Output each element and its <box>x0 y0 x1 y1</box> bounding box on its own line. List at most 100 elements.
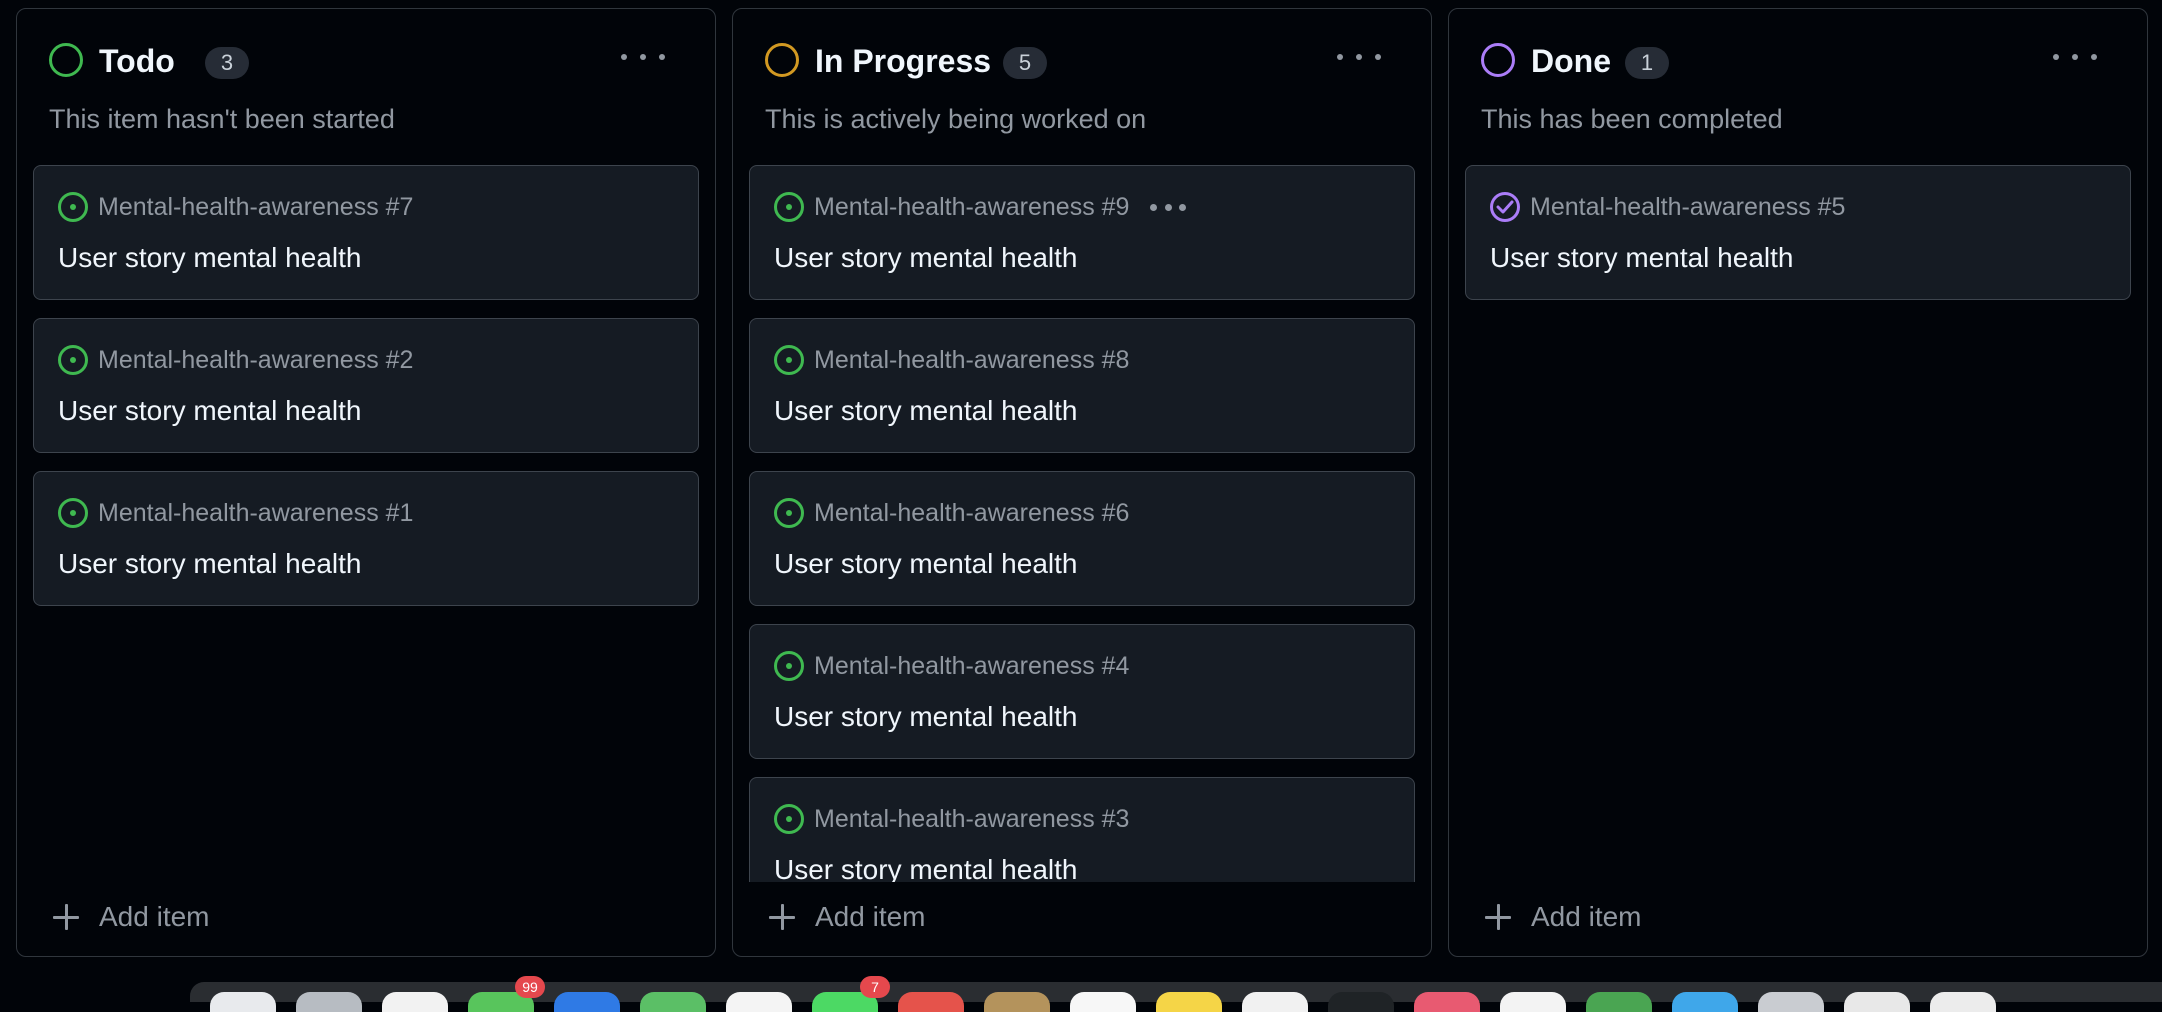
card-title[interactable]: User story mental health <box>1490 240 1793 276</box>
card-reference: Mental-health-awareness #5 <box>1530 193 1846 221</box>
issue-open-icon <box>774 345 804 375</box>
add-item-button[interactable]: Add item <box>49 892 210 942</box>
plus-icon <box>765 900 799 934</box>
add-item-label: Add item <box>1531 901 1642 932</box>
card-item[interactable]: Mental-health-awareness #5 User story me… <box>1465 165 2131 300</box>
photos-app-icon[interactable] <box>726 992 792 1012</box>
notes-app-icon[interactable] <box>1156 992 1222 1012</box>
add-item-button[interactable]: Add item <box>765 892 926 942</box>
add-item-label: Add item <box>815 901 926 932</box>
card-list: Mental-health-awareness #7 User story me… <box>33 157 699 882</box>
tv-app-icon[interactable] <box>1328 992 1394 1012</box>
card-item[interactable]: Mental-health-awareness #8 User story me… <box>749 318 1415 453</box>
status-done-icon <box>1481 43 1515 77</box>
card-item[interactable]: Mental-health-awareness #9 User story me… <box>749 165 1415 300</box>
column-header: In Progress 5 This is actively being wor… <box>733 9 1431 159</box>
issue-open-icon <box>58 192 88 222</box>
card-item[interactable]: Mental-health-awareness #3 User story me… <box>749 777 1415 882</box>
card-title[interactable]: User story mental health <box>58 393 361 429</box>
card-menu-button[interactable] <box>1150 192 1186 222</box>
calendar-app-icon[interactable] <box>898 992 964 1012</box>
kebab-dot-icon <box>2091 54 2097 60</box>
card-list: Mental-health-awareness #9 User story me… <box>749 157 1415 882</box>
card-item[interactable]: Mental-health-awareness #2 User story me… <box>33 318 699 453</box>
app-store-icon[interactable] <box>1672 992 1738 1012</box>
mail-app-icon[interactable] <box>554 992 620 1012</box>
safari-app-icon[interactable] <box>382 992 448 1012</box>
card-item[interactable]: Mental-health-awareness #7 User story me… <box>33 165 699 300</box>
settings-app-icon[interactable] <box>1758 992 1824 1012</box>
kebab-dot-icon <box>2053 54 2059 60</box>
card-reference: Mental-health-awareness #2 <box>98 346 414 374</box>
card-item[interactable]: Mental-health-awareness #6 User story me… <box>749 471 1415 606</box>
issue-open-icon <box>774 651 804 681</box>
column-in-progress: In Progress 5 This is actively being wor… <box>732 8 1432 957</box>
column-done: Done 1 This has been completed Mental-he… <box>1448 8 2148 957</box>
kebab-dot-icon <box>1356 54 1362 60</box>
card-title[interactable]: User story mental health <box>774 393 1077 429</box>
add-item-button[interactable]: Add item <box>1481 892 1642 942</box>
contacts-app-icon[interactable] <box>984 992 1050 1012</box>
dock-app-icon[interactable] <box>1930 992 1996 1012</box>
plus-icon <box>49 900 83 934</box>
card-title[interactable]: User story mental health <box>774 852 1077 882</box>
column-header: Todo 3 This item hasn't been started <box>17 9 715 159</box>
kebab-dot-icon <box>659 54 665 60</box>
column-description: This is actively being worked on <box>765 104 1147 134</box>
column-todo: Todo 3 This item hasn't been started Men… <box>16 8 716 957</box>
music-app-icon[interactable] <box>1414 992 1480 1012</box>
notification-badge: 99 <box>515 976 545 998</box>
card-item[interactable]: Mental-health-awareness #4 User story me… <box>749 624 1415 759</box>
kebab-dot-icon <box>2072 54 2078 60</box>
issue-open-icon <box>58 345 88 375</box>
column-title: In Progress <box>815 43 992 79</box>
column-count-badge: 5 <box>1003 47 1047 79</box>
launchpad-app-icon[interactable] <box>296 992 362 1012</box>
column-menu-button[interactable] <box>621 43 665 71</box>
dock-app-icon[interactable] <box>1844 992 1910 1012</box>
card-item[interactable]: Mental-health-awareness #1 User story me… <box>33 471 699 606</box>
issue-open-icon <box>774 192 804 222</box>
issue-open-icon <box>774 804 804 834</box>
card-list: Mental-health-awareness #5 User story me… <box>1465 157 2131 882</box>
news-app-icon[interactable] <box>1500 992 1566 1012</box>
numbers-app-icon[interactable] <box>1586 992 1652 1012</box>
column-description: This item hasn't been started <box>49 104 395 134</box>
column-title: Done <box>1531 43 1611 79</box>
add-item-label: Add item <box>99 901 210 932</box>
dock: 99 7 <box>190 976 2162 1012</box>
kebab-dot-icon <box>621 54 627 60</box>
card-title[interactable]: User story mental health <box>774 546 1077 582</box>
column-menu-button[interactable] <box>2053 43 2097 71</box>
card-title[interactable]: User story mental health <box>774 699 1077 735</box>
status-todo-icon <box>49 43 83 77</box>
card-reference: Mental-health-awareness #1 <box>98 499 414 527</box>
kebab-dot-icon <box>1375 54 1381 60</box>
maps-app-icon[interactable] <box>640 992 706 1012</box>
issue-closed-icon <box>1490 192 1520 222</box>
card-reference: Mental-health-awareness #9 <box>814 193 1130 221</box>
card-reference: Mental-health-awareness #8 <box>814 346 1130 374</box>
notification-badge: 7 <box>860 976 890 998</box>
column-count-badge: 1 <box>1625 47 1669 79</box>
card-reference: Mental-health-awareness #7 <box>98 193 414 221</box>
card-title[interactable]: User story mental health <box>58 546 361 582</box>
status-in-progress-icon <box>765 43 799 77</box>
kebab-dot-icon <box>1337 54 1343 60</box>
card-reference: Mental-health-awareness #6 <box>814 499 1130 527</box>
card-title[interactable]: User story mental health <box>774 240 1077 276</box>
reminders-app-icon[interactable] <box>1070 992 1136 1012</box>
freeform-app-icon[interactable] <box>1242 992 1308 1012</box>
column-menu-button[interactable] <box>1337 43 1381 71</box>
kebab-dot-icon <box>1179 203 1186 211</box>
card-title[interactable]: User story mental health <box>58 240 361 276</box>
kebab-dot-icon <box>1150 203 1157 211</box>
column-description: This has been completed <box>1481 104 1783 134</box>
finder-app-icon[interactable] <box>210 992 276 1012</box>
card-reference: Mental-health-awareness #4 <box>814 652 1130 680</box>
kebab-dot-icon <box>1164 203 1172 211</box>
issue-open-icon <box>774 498 804 528</box>
column-count-badge: 3 <box>205 47 249 79</box>
check-icon <box>1496 200 1514 214</box>
plus-icon <box>1481 900 1515 934</box>
